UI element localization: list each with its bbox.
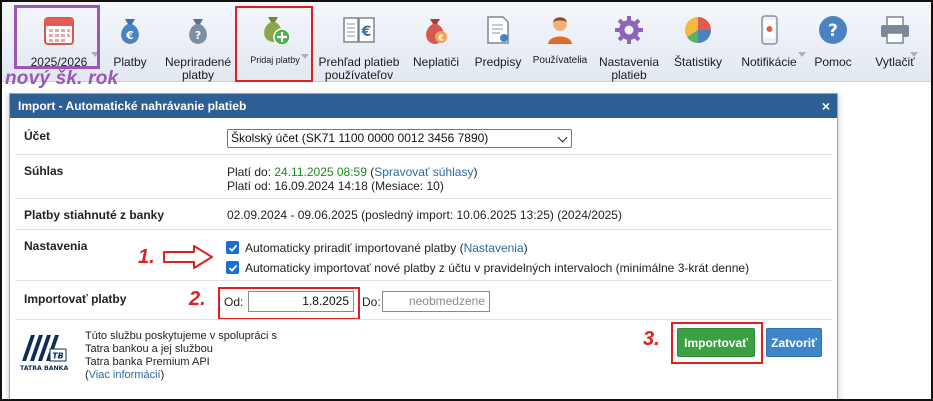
consent-label: Súhlas bbox=[24, 164, 64, 178]
phone-notification-icon bbox=[749, 10, 789, 50]
user-icon bbox=[540, 10, 580, 50]
settings-link[interactable]: Nastavenia bbox=[464, 241, 524, 255]
document-icon bbox=[478, 10, 518, 50]
arrow-right-icon bbox=[163, 245, 213, 269]
toolbar-users[interactable]: Používatelia bbox=[530, 2, 590, 82]
partner-info-line: Túto službu poskytujeme v spolupráci s bbox=[85, 330, 277, 342]
account-label: Účet bbox=[24, 129, 51, 143]
toolbar-prescriptions[interactable]: Predpisy bbox=[470, 2, 526, 82]
toolbar-item-label: Predpisy bbox=[474, 55, 522, 69]
toolbar-notifications[interactable]: Notifikácie bbox=[732, 2, 806, 82]
partner-info-line: (Viac informácií) bbox=[85, 369, 165, 381]
consent-valid-from: Platí od: 16.09.2024 14:18 (Mesiace: 10) bbox=[227, 179, 444, 193]
import-dialog: Import - Automatické nahrávanie platieb … bbox=[9, 93, 838, 401]
auto-assign-label-end: ) bbox=[523, 241, 528, 255]
auto-assign-checkbox[interactable] bbox=[226, 241, 239, 254]
partner-info-line: Tatra banka Premium API bbox=[85, 356, 210, 368]
pie-chart-icon bbox=[678, 10, 718, 50]
svg-text:€: € bbox=[437, 34, 444, 43]
toolbar-item-label: Platby bbox=[113, 55, 147, 69]
toolbar-debtors[interactable]: € Neplatiči bbox=[408, 2, 464, 82]
toolbar-item-label: Neplatiči bbox=[412, 55, 460, 69]
import-payments-label: Importovať platby bbox=[24, 292, 127, 306]
step-1-annotation: 1. bbox=[138, 246, 155, 268]
date-to-input[interactable]: neobmedzene bbox=[382, 291, 490, 312]
date-to-label: Do: bbox=[362, 295, 381, 309]
downloaded-payments-value: 02.09.2024 - 09.06.2025 (posledný import… bbox=[227, 208, 622, 222]
printer-icon bbox=[875, 10, 915, 50]
row-divider bbox=[15, 280, 832, 281]
toolbar-payment-settings[interactable]: Nastavenia platieb bbox=[594, 2, 664, 82]
help-icon: ? bbox=[813, 10, 853, 50]
add-payments-highlight bbox=[235, 6, 313, 82]
close-icon[interactable]: × bbox=[822, 97, 830, 115]
date-from-input[interactable]: 1.8.2025 bbox=[248, 291, 354, 312]
svg-text:?: ? bbox=[195, 29, 201, 42]
manage-consents-link[interactable]: Spravovať súhlasy bbox=[374, 165, 473, 179]
dropdown-caret-icon bbox=[798, 52, 806, 57]
toolbar-help[interactable]: ? Pomoc bbox=[810, 2, 856, 82]
toolbar-item-label: Nastavenia platieb bbox=[598, 55, 660, 82]
toolbar-item-label: Pomoc bbox=[814, 55, 852, 69]
gear-icon bbox=[609, 10, 649, 50]
dialog-header: Import - Automatické nahrávanie platieb … bbox=[10, 94, 837, 118]
account-select[interactable]: Školský účet (SK71 1100 0000 0012 3456 7… bbox=[227, 129, 572, 148]
main-toolbar: 2025/2026 € Platby ? Nepriradené platby bbox=[2, 2, 931, 82]
money-bag-icon: ? bbox=[178, 10, 218, 50]
downloaded-payments-label: Platby stiahnuté z banky bbox=[24, 208, 165, 222]
partner-info: Túto službu poskytujeme v spolupráci s T… bbox=[85, 330, 277, 382]
toolbar-item-label-text: Prehľad platieb používateľov bbox=[318, 55, 400, 82]
toolbar-print[interactable]: Vytlačiť bbox=[864, 2, 926, 82]
toolbar-item-label: Štatistiky bbox=[673, 55, 722, 69]
ledger-euro-icon: € bbox=[339, 10, 379, 50]
partner-info-line: Tatra bankou a jej službou bbox=[85, 343, 213, 355]
close-button[interactable]: Zatvoriť bbox=[766, 328, 822, 357]
import-button[interactable]: Importovať bbox=[677, 328, 755, 357]
step-2-annotation: 2. bbox=[189, 288, 206, 310]
money-bag-debt-icon: € bbox=[416, 10, 456, 50]
svg-text:TB: TB bbox=[52, 352, 64, 361]
toolbar-item-label: Nepriradené platby bbox=[164, 55, 232, 82]
toolbar-item-label: Notifikácie bbox=[741, 55, 797, 69]
svg-text:€: € bbox=[361, 24, 372, 40]
row-divider bbox=[15, 198, 832, 199]
consent-valid-until-prefix: Platí do: bbox=[227, 165, 275, 179]
checkmark-icon bbox=[228, 264, 237, 272]
auto-assign-label: Automaticky priradiť importované platby … bbox=[245, 241, 464, 255]
more-info-link[interactable]: Viac informácií bbox=[89, 369, 161, 381]
step-3-annotation: 3. bbox=[643, 328, 660, 350]
row-divider bbox=[15, 154, 832, 155]
consent-valid-until-date: 24.11.2025 08:59 bbox=[274, 165, 367, 179]
checkmark-icon bbox=[228, 244, 237, 252]
consent-valid-until: Platí do: 24.11.2025 08:59 (Spravovať sú… bbox=[227, 165, 477, 179]
toolbar-unassigned-payments[interactable]: ? Nepriradené platby bbox=[162, 2, 234, 82]
tatra-banka-logo: TB TATRA BANKA bbox=[20, 335, 68, 372]
row-divider bbox=[15, 319, 832, 320]
account-select-value: Školský účet (SK71 1100 0000 0012 3456 7… bbox=[231, 131, 489, 145]
toolbar-item-label: Vytlačiť bbox=[875, 55, 915, 69]
auto-import-label: Automaticky importovať nové platby z účt… bbox=[245, 261, 750, 275]
svg-text:?: ? bbox=[828, 21, 838, 41]
chevron-down-icon bbox=[557, 132, 568, 143]
date-from-label: Od: bbox=[224, 295, 244, 309]
toolbar-item-label: Prehľad platieb používateľov bbox=[317, 56, 401, 82]
new-school-year-note: nový šk. rok bbox=[5, 68, 119, 89]
consent-paren-close: ) bbox=[473, 165, 478, 179]
money-bag-euro-icon: € bbox=[110, 10, 150, 50]
toolbar-user-payments-overview[interactable]: € Prehľad platieb používateľov bbox=[316, 2, 402, 82]
row-divider bbox=[15, 229, 832, 230]
toolbar-statistics[interactable]: Štatistiky bbox=[668, 2, 728, 82]
auto-import-checkbox[interactable] bbox=[226, 261, 239, 274]
bank-logo-text: TATRA BANKA bbox=[20, 365, 68, 372]
svg-text:€: € bbox=[125, 29, 134, 42]
year-selector-highlight bbox=[14, 5, 100, 69]
toolbar-item-label: Používatelia bbox=[532, 55, 588, 66]
settings-label: Nastavenia bbox=[24, 239, 88, 253]
dropdown-caret-icon bbox=[910, 52, 918, 57]
auto-assign-text: Automaticky priradiť importované platby … bbox=[245, 241, 528, 255]
dialog-title: Import - Automatické nahrávanie platieb bbox=[18, 99, 247, 113]
